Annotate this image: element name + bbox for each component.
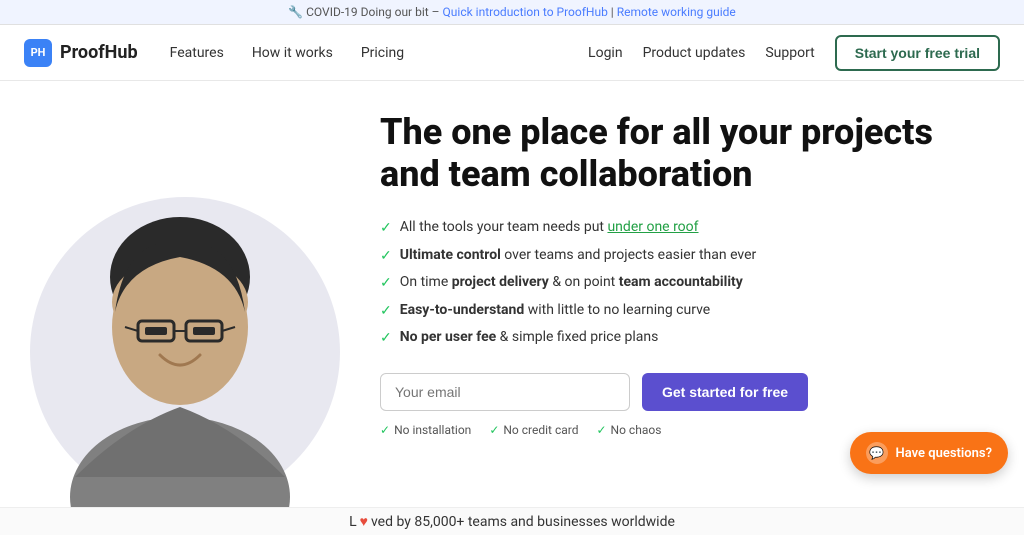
note-label: No credit card (503, 423, 578, 437)
chat-label: Have questions? (896, 446, 992, 461)
email-input[interactable] (380, 373, 630, 411)
check-icon-5: ✓ (380, 329, 392, 349)
check-icon-1: ✓ (380, 219, 392, 239)
note-label: No chaos (611, 423, 662, 437)
check-small-icon: ✓ (489, 423, 499, 437)
nav-how-it-works[interactable]: How it works (252, 45, 333, 61)
get-started-button[interactable]: Get started for free (642, 373, 808, 411)
heart-icon: ♥ (360, 514, 368, 530)
note-label: No installation (394, 423, 471, 437)
feature-item: ✓ All the tools your team needs put unde… (380, 218, 984, 239)
banner-separator: | (611, 5, 614, 19)
check-icon-3: ✓ (380, 274, 392, 294)
start-trial-button[interactable]: Start your free trial (835, 35, 1000, 71)
top-banner: 🔧 COVID-19 Doing our bit – Quick introdu… (0, 0, 1024, 25)
logo-icon: PH (24, 39, 52, 67)
bottom-bar: L♥ved by 85,000+ teams and businesses wo… (0, 507, 1024, 535)
feature-item: ✓ Easy-to-understand with little to no l… (380, 301, 984, 322)
banner-prefix: 🔧 COVID-19 Doing our bit – (288, 5, 439, 19)
form-note-installation: ✓ No installation (380, 423, 471, 437)
form-note-chaos: ✓ No chaos (596, 423, 661, 437)
navbar: PH ProofHub Features How it works Pricin… (0, 25, 1024, 81)
feature-item: ✓ No per user fee & simple fixed price p… (380, 328, 984, 349)
check-small-icon: ✓ (380, 423, 390, 437)
hero-image-area (0, 81, 360, 507)
hero-title: The one place for all your projects and … (380, 111, 984, 196)
nav-pricing[interactable]: Pricing (361, 45, 404, 61)
nav-product-updates[interactable]: Product updates (643, 45, 746, 61)
chat-bubble[interactable]: 💬 Have questions? (850, 432, 1008, 474)
nav-links: Features How it works Pricing (170, 45, 588, 61)
hero-content: The one place for all your projects and … (360, 81, 1024, 457)
nav-features[interactable]: Features (170, 45, 224, 61)
email-form: Get started for free (380, 373, 984, 411)
feature-item: ✓ Ultimate control over teams and projec… (380, 246, 984, 267)
nav-support[interactable]: Support (765, 45, 814, 61)
nav-login[interactable]: Login (588, 45, 623, 61)
banner-link1[interactable]: Quick introduction to ProofHub (443, 5, 608, 19)
logo[interactable]: PH ProofHub (24, 39, 138, 67)
nav-right: Login Product updates Support Start your… (588, 35, 1000, 71)
chat-icon: 💬 (866, 442, 888, 464)
feature-list: ✓ All the tools your team needs put unde… (380, 218, 984, 349)
banner-link2[interactable]: Remote working guide (617, 5, 736, 19)
feature-item: ✓ On time project delivery & on point te… (380, 273, 984, 294)
check-icon-4: ✓ (380, 302, 392, 322)
bottom-text: L♥ved by 85,000+ teams and businesses wo… (349, 513, 675, 530)
logo-text: ProofHub (60, 42, 138, 63)
person-illustration (45, 127, 315, 507)
form-note-credit-card: ✓ No credit card (489, 423, 578, 437)
check-small-icon: ✓ (596, 423, 606, 437)
check-icon-2: ✓ (380, 247, 392, 267)
